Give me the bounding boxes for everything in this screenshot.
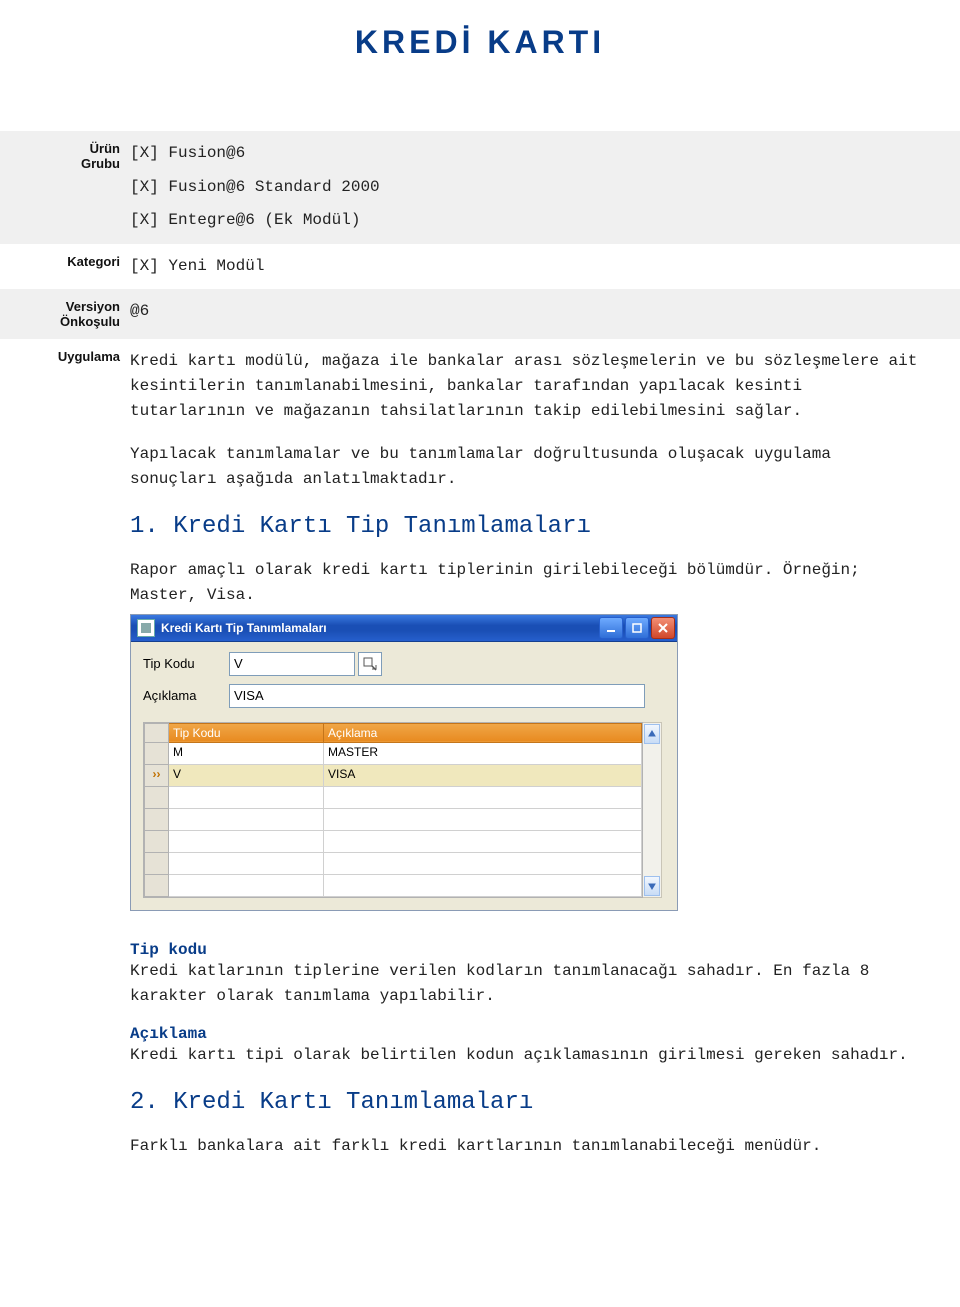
cell-aciklama[interactable] <box>324 786 642 808</box>
row-selector[interactable] <box>145 742 169 764</box>
label-grubu: Grubu <box>0 156 120 171</box>
cell-aciklama[interactable] <box>324 874 642 896</box>
grid-header-aciklama[interactable]: Açıklama <box>324 723 642 742</box>
label-urun: Ürün <box>0 141 120 156</box>
row-selector[interactable] <box>145 786 169 808</box>
label-uygulama: Uygulama <box>0 339 130 1173</box>
urun-grubu-line-0: [X] Fusion@6 <box>130 141 952 167</box>
window-title: Kredi Kartı Tip Tanımlamaları <box>161 621 599 635</box>
section-1-title: 1. Kredi Kartı Tip Tanımlamaları <box>130 513 952 540</box>
form-label-aciklama: Açıklama <box>143 688 229 703</box>
uygulama-p1: Kredi kartı modülü, mağaza ile bankalar … <box>130 349 952 423</box>
field-aciklama-head: Açıklama <box>130 1025 952 1043</box>
dialog-window: Kredi Kartı Tip Tanımlamaları <box>130 614 678 911</box>
cell-aciklama[interactable]: MASTER <box>324 742 642 764</box>
urun-grubu-line-1: [X] Fusion@6 Standard 2000 <box>130 175 952 201</box>
grid-header-tipkodu[interactable]: Tip Kodu <box>169 723 324 742</box>
row-selector[interactable] <box>145 830 169 852</box>
versiyon-value: @6 <box>130 299 952 325</box>
vertical-scrollbar[interactable] <box>643 722 662 898</box>
cell-aciklama[interactable] <box>324 830 642 852</box>
table-row[interactable] <box>145 808 642 830</box>
table-row[interactable]: ››VVISA <box>145 764 642 786</box>
section-2-title: 2. Kredi Kartı Tanımlamaları <box>130 1089 952 1116</box>
label-onkosulu: Önkoşulu <box>0 314 120 329</box>
app-icon <box>137 619 155 637</box>
row-selector[interactable] <box>145 852 169 874</box>
minimize-button[interactable] <box>599 617 623 639</box>
cell-tipkodu[interactable] <box>169 808 324 830</box>
section-1-body: Rapor amaçlı olarak kredi kartı tiplerin… <box>130 558 952 608</box>
scroll-up-button[interactable] <box>644 724 660 744</box>
aciklama-input[interactable] <box>229 684 645 708</box>
cell-tipkodu[interactable] <box>169 852 324 874</box>
urun-grubu-line-2: [X] Entegre@6 (Ek Modül) <box>130 208 952 234</box>
maximize-button[interactable] <box>625 617 649 639</box>
row-selector[interactable] <box>145 874 169 896</box>
kategori-value: [X] Yeni Modül <box>130 254 952 280</box>
uygulama-p2: Yapılacak tanımlamalar ve bu tanımlamala… <box>130 442 952 492</box>
cell-tipkodu[interactable]: M <box>169 742 324 764</box>
tipkodu-input[interactable] <box>229 652 355 676</box>
cell-aciklama[interactable]: VISA <box>324 764 642 786</box>
field-tipkodu-head: Tip kodu <box>130 941 952 959</box>
table-row[interactable] <box>145 830 642 852</box>
page-title: KREDİ KARTI <box>0 0 960 131</box>
table-row[interactable] <box>145 874 642 896</box>
row-selector[interactable] <box>145 808 169 830</box>
cell-aciklama[interactable] <box>324 852 642 874</box>
cell-tipkodu[interactable]: V <box>169 764 324 786</box>
close-button[interactable] <box>651 617 675 639</box>
cell-tipkodu[interactable] <box>169 874 324 896</box>
label-kategori: Kategori <box>0 244 130 290</box>
section-2-body: Farklı bankalara ait farklı kredi kartla… <box>130 1134 952 1163</box>
info-table: Ürün Grubu [X] Fusion@6 [X] Fusion@6 Sta… <box>0 131 960 1173</box>
cell-aciklama[interactable] <box>324 808 642 830</box>
titlebar: Kredi Kartı Tip Tanımlamaları <box>131 615 677 642</box>
lookup-button[interactable] <box>358 652 382 676</box>
table-row[interactable]: MMASTER <box>145 742 642 764</box>
scroll-down-button[interactable] <box>644 876 660 896</box>
table-row[interactable] <box>145 852 642 874</box>
cell-tipkodu[interactable] <box>169 786 324 808</box>
field-aciklama-body: Kredi kartı tipi olarak belirtilen kodun… <box>130 1043 952 1068</box>
field-tipkodu-body: Kredi katlarının tiplerine verilen kodla… <box>130 959 952 1009</box>
data-grid[interactable]: Tip Kodu Açıklama MMASTER››VVISA <box>143 722 643 898</box>
label-versiyon: Versiyon <box>0 299 120 314</box>
grid-corner <box>145 723 169 742</box>
form-label-tipkodu: Tip Kodu <box>143 656 229 671</box>
row-selector[interactable]: ›› <box>145 764 169 786</box>
table-row[interactable] <box>145 786 642 808</box>
cell-tipkodu[interactable] <box>169 830 324 852</box>
